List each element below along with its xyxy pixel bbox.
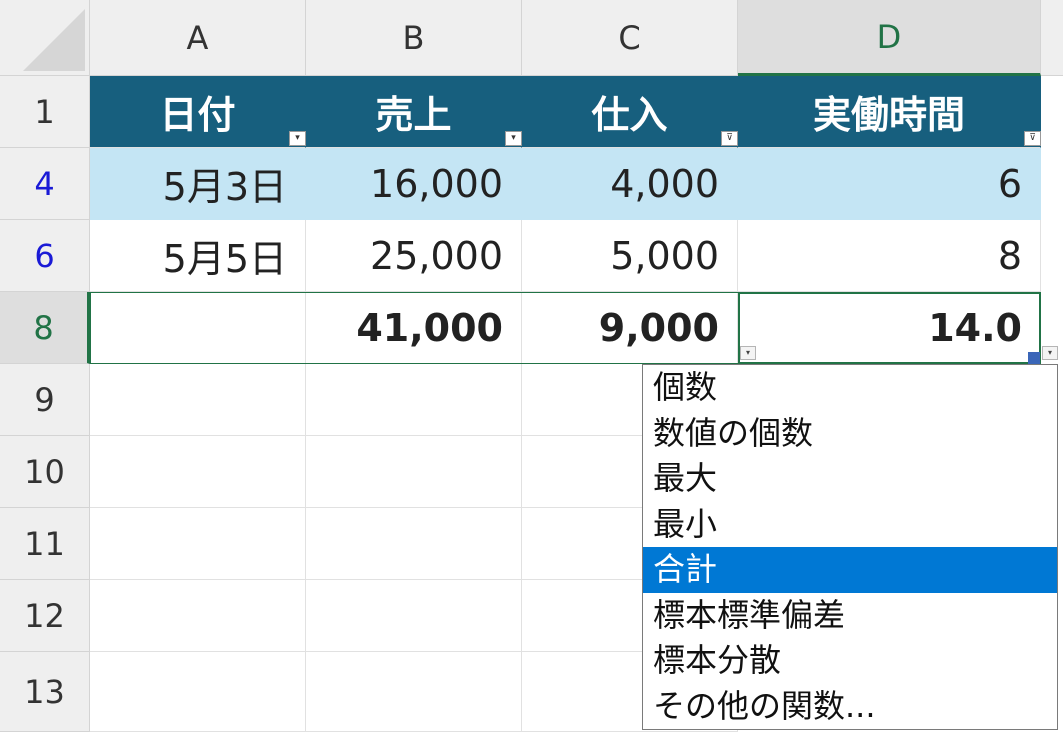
row-header-9[interactable]: 9: [0, 364, 90, 436]
empty-cell[interactable]: [90, 580, 306, 652]
column-header-a[interactable]: A: [90, 0, 306, 76]
total-cell-purchase[interactable]: 9,000: [522, 292, 738, 364]
row-header-11[interactable]: 11: [0, 508, 90, 580]
table-cell[interactable]: 4,000: [522, 148, 738, 220]
menu-item-variance[interactable]: 標本分散: [643, 638, 1057, 684]
table-cell[interactable]: 5月5日: [90, 220, 306, 292]
column-header-b[interactable]: B: [306, 0, 522, 76]
table-cell[interactable]: 25,000: [306, 220, 522, 292]
table-cell[interactable]: 6: [738, 148, 1041, 220]
row-header-1[interactable]: 1: [0, 76, 90, 148]
total-dropdown-icon[interactable]: ▾: [1042, 346, 1058, 360]
row-header-4[interactable]: 4: [0, 148, 90, 220]
filter-dropdown-icon[interactable]: ▾: [289, 131, 306, 146]
filter-active-icon[interactable]: ⊽: [1024, 131, 1041, 146]
table-cell[interactable]: 8: [738, 220, 1041, 292]
empty-cell[interactable]: [306, 580, 522, 652]
empty-cell[interactable]: [306, 652, 522, 732]
column-header-e[interactable]: [1041, 0, 1063, 76]
menu-item-more-functions[interactable]: その他の関数...: [643, 684, 1057, 730]
row-header-10[interactable]: 10: [0, 436, 90, 508]
table-header-date[interactable]: 日付: [90, 76, 306, 148]
menu-item-sum[interactable]: 合計: [643, 547, 1057, 593]
total-dropdown-icon[interactable]: ▾: [740, 346, 756, 360]
empty-cell[interactable]: [90, 652, 306, 732]
row-header-8[interactable]: 8: [0, 292, 90, 364]
menu-item-count[interactable]: 個数: [643, 365, 1057, 411]
total-cell-sales[interactable]: 41,000: [306, 292, 522, 364]
empty-cell[interactable]: [306, 436, 522, 508]
aggregate-function-menu: 個数 数値の個数 最大 最小 合計 標本標準偏差 標本分散 その他の関数...: [642, 364, 1058, 730]
table-header-purchase[interactable]: 仕入: [522, 76, 738, 148]
row-header-13[interactable]: 13: [0, 652, 90, 732]
empty-cell[interactable]: [90, 436, 306, 508]
row-header-12[interactable]: 12: [0, 580, 90, 652]
menu-item-stddev[interactable]: 標本標準偏差: [643, 593, 1057, 639]
total-cell-hours[interactable]: 14.0: [738, 292, 1041, 364]
table-header-sales[interactable]: 売上: [306, 76, 522, 148]
empty-cell[interactable]: [90, 364, 306, 436]
empty-cell[interactable]: [306, 508, 522, 580]
fill-handle[interactable]: [1028, 352, 1040, 364]
select-all-corner[interactable]: [0, 0, 90, 76]
filter-dropdown-icon[interactable]: ▾: [505, 131, 522, 146]
table-cell[interactable]: 16,000: [306, 148, 522, 220]
menu-item-min[interactable]: 最小: [643, 502, 1057, 548]
row-header-6[interactable]: 6: [0, 220, 90, 292]
table-header-hours[interactable]: 実働時間: [738, 76, 1041, 148]
menu-item-count-numbers[interactable]: 数値の個数: [643, 411, 1057, 457]
column-header-d[interactable]: D: [738, 0, 1041, 76]
table-cell[interactable]: 5,000: [522, 220, 738, 292]
column-header-c[interactable]: C: [522, 0, 738, 76]
total-cell-date[interactable]: [90, 292, 306, 364]
table-cell[interactable]: 5月3日: [90, 148, 306, 220]
empty-cell[interactable]: [90, 508, 306, 580]
menu-item-max[interactable]: 最大: [643, 456, 1057, 502]
empty-cell[interactable]: [306, 364, 522, 436]
spreadsheet: A B C D 1 4 6 8 9 10 11 12 13 日付 売上 仕入 実…: [0, 0, 1063, 732]
filter-active-icon[interactable]: ⊽: [721, 131, 738, 146]
